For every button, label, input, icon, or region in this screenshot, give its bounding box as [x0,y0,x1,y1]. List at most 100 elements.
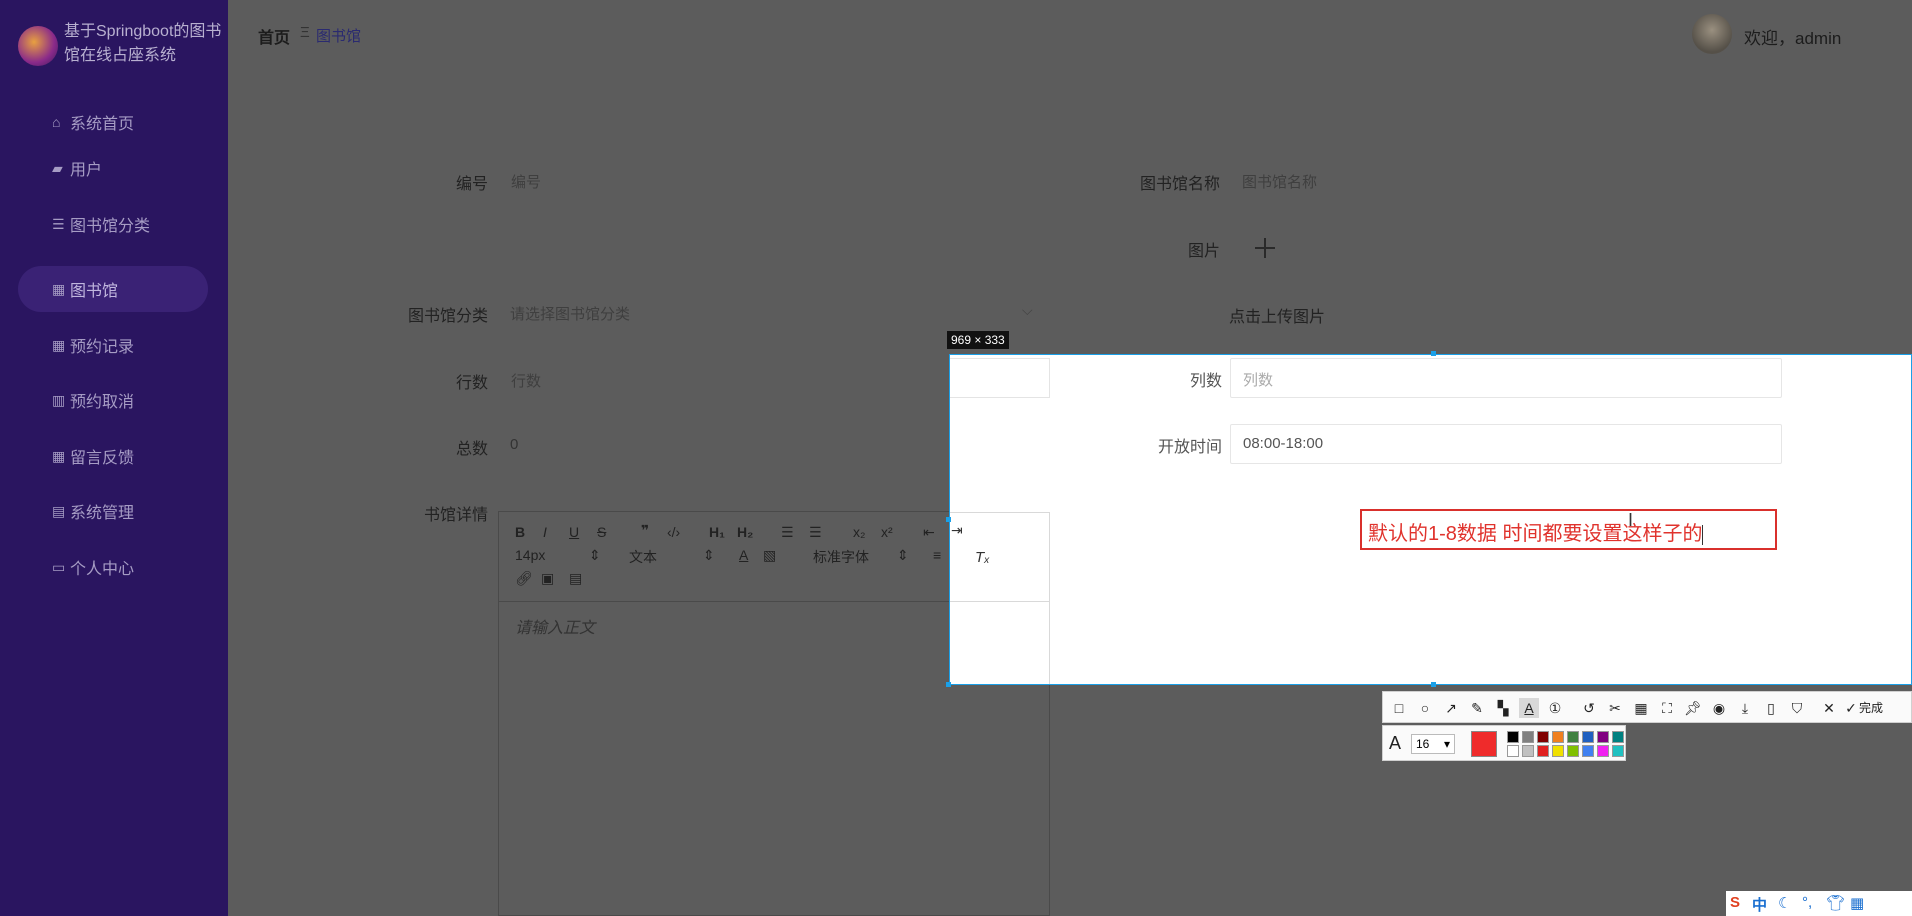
sogou-logo-icon[interactable]: S [1730,894,1740,911]
quote-icon[interactable]: ❞ [641,522,649,539]
image-label: 图片 [1187,243,1220,260]
avatar[interactable] [1692,14,1732,54]
video-icon[interactable]: ▤ [569,570,582,587]
color-swatch[interactable] [1597,745,1609,757]
save-icon[interactable]: ▯ [1761,698,1781,718]
h2-icon[interactable]: H₂ [737,524,753,540]
ocr-icon[interactable]: ▦ [1631,698,1651,718]
color-swatch[interactable] [1537,731,1549,743]
strike-icon[interactable]: S [597,524,606,540]
resize-handle[interactable] [1431,351,1436,356]
font-size-select[interactable]: 16 ▾ [1411,734,1455,754]
open-time-input[interactable]: 08:00-18:00 [1230,424,1782,464]
mosaic-icon[interactable]: ▚ [1493,698,1513,718]
resize-handle[interactable] [1431,682,1436,687]
color-swatch[interactable] [1537,745,1549,757]
sidebar-item-reservations[interactable]: ▦ 预约记录 [18,322,208,368]
link-icon[interactable]: 🔗︎ [515,570,533,587]
color-swatch[interactable] [1567,731,1579,743]
breadcrumb-home[interactable]: 首页 [258,24,290,48]
color-swatch[interactable] [1582,731,1594,743]
text-style-select[interactable]: 文本 [629,547,657,567]
code-icon[interactable]: ‹/› [667,524,680,540]
cols-input[interactable]: 列数 [1230,358,1782,398]
superscript-icon[interactable]: x² [881,524,893,540]
ordered-list-icon[interactable]: ☰ [781,524,794,541]
category-select[interactable]: 请选择图书馆分类 [510,303,630,324]
sidebar-item-label: 预约取消 [70,394,135,411]
text-tool-icon[interactable]: A [1519,698,1539,718]
bookmark-icon[interactable]: ⛉ [1787,698,1807,718]
close-icon[interactable]: ✕ [1819,698,1839,718]
moon-icon[interactable]: ☾ [1778,894,1791,912]
font-color-icon[interactable]: A [739,547,748,563]
sidebar-item-cancellations[interactable]: ▥ 预约取消 [18,377,208,423]
color-swatch[interactable] [1522,745,1534,757]
rectangle-icon[interactable]: □ [1389,698,1409,718]
sliders-icon: ☰ [52,216,65,232]
underline-icon[interactable]: U [569,524,579,540]
sidebar-item-home[interactable]: ⌂ 系统首页 [18,99,208,145]
upload-text[interactable]: 点击上传图片 [1229,303,1325,327]
toolbox-icon[interactable]: ▦ [1850,894,1864,912]
pencil-icon[interactable]: ✎ [1467,698,1487,718]
color-swatch[interactable] [1507,731,1519,743]
h1-icon[interactable]: H₁ [709,524,725,540]
resize-handle[interactable] [946,517,951,522]
undo-icon[interactable]: ↺ [1579,698,1599,718]
sidebar-item-system[interactable]: ▤ 系统管理 [18,488,208,534]
text-cursor-icon: I [1628,510,1634,530]
check-icon[interactable]: ✓ [1841,698,1861,718]
rows-input[interactable]: 行数 [511,370,541,391]
bianhao-input[interactable]: 编号 [511,171,541,192]
sidebar-item-feedback[interactable]: ▦ 留言反馈 [18,433,208,479]
plus-icon[interactable] [1253,236,1277,260]
subscript-icon[interactable]: x₂ [853,524,865,540]
color-swatch[interactable] [1597,731,1609,743]
annotation-textbox[interactable]: 默认的1-8数据 时间都要设置这样子的 [1360,509,1777,550]
capture-region[interactable]: 列数 列数 开放时间 08:00-18:00 ⇥ Tₓ 默认的1-8数据 时间都… [949,354,1912,685]
ellipse-icon[interactable]: ○ [1415,698,1435,718]
text-caret [1702,524,1704,545]
cut-icon[interactable]: ✂ [1605,698,1625,718]
color-swatch[interactable] [1552,745,1564,757]
color-swatch[interactable] [1507,745,1519,757]
ime-mode[interactable]: 中 [1752,894,1767,915]
punctuation-icon[interactable]: °, [1802,894,1812,911]
outdent-icon[interactable]: ⇤ [923,524,935,541]
color-swatch[interactable] [1582,745,1594,757]
sidebar-item-users[interactable]: ▰ 用户 [18,145,208,191]
background-color-icon[interactable]: ▧ [763,547,776,564]
font-size-select[interactable]: 14px [515,547,545,563]
color-swatch[interactable] [1552,731,1564,743]
resize-handle[interactable] [946,682,951,687]
sidebar-item-label: 预约记录 [70,339,135,356]
number-icon[interactable]: ① [1545,698,1565,718]
rows-input-fragment [950,358,1050,398]
bold-icon[interactable]: B [515,524,525,540]
sidebar-item-library[interactable]: ▦ 图书馆 [18,266,208,312]
color-swatch[interactable] [1567,745,1579,757]
bullet-list-icon[interactable]: ☰ [809,524,822,541]
name-input[interactable]: 图书馆名称 [1242,171,1317,192]
font-family-select[interactable]: 标准字体 [813,547,869,567]
sidebar-item-label: 个人中心 [70,561,135,578]
done-button[interactable]: 完成 [1859,699,1883,716]
record-icon[interactable]: ◉ [1709,698,1729,718]
scroll-capture-icon[interactable]: ⛶ [1657,698,1677,718]
arrow-icon[interactable]: ↗ [1441,698,1461,718]
sidebar-item-profile[interactable]: ▭ 个人中心 [18,544,208,590]
align-icon[interactable]: ≡ [933,547,941,563]
chevron-down-icon[interactable]: ⌵ [1022,302,1033,319]
current-color-swatch[interactable] [1471,731,1497,757]
category-label: 图书馆分类 [407,308,488,325]
color-swatch[interactable] [1612,745,1624,757]
italic-icon[interactable]: I [543,524,547,540]
pin-icon[interactable]: 📌︎ [1683,698,1703,718]
image-icon[interactable]: ▣ [541,570,554,587]
color-swatch[interactable] [1522,731,1534,743]
download-icon[interactable]: ⤓ [1735,698,1755,718]
sidebar-item-library-category[interactable]: ☰ 图书馆分类 [18,201,208,247]
color-swatch[interactable] [1612,731,1624,743]
skin-icon[interactable]: 👕︎ [1826,894,1845,912]
